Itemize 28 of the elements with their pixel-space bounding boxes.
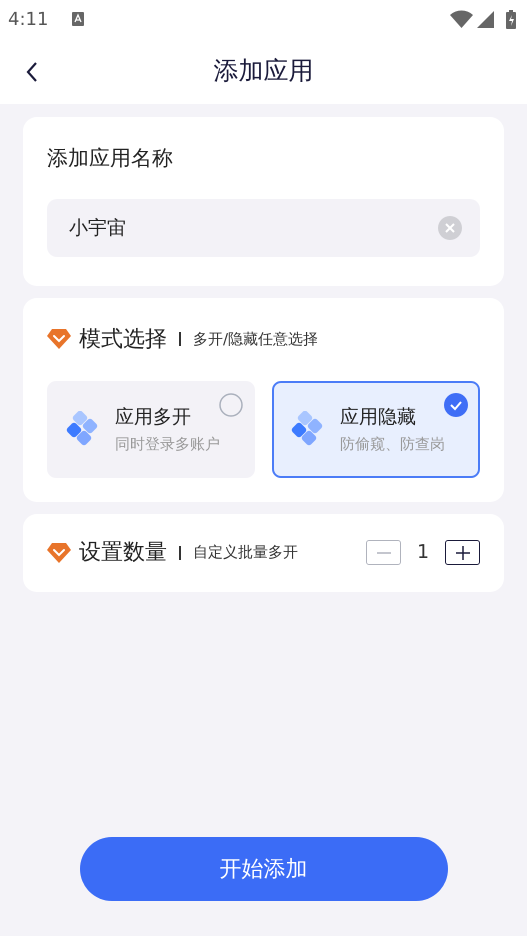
option-title: 应用隐藏 — [340, 404, 417, 430]
mode-option[interactable]: 应用隐藏 防偷窥、防查岗 — [272, 380, 480, 478]
status-time: 4:11 — [8, 8, 48, 32]
count-value: 1 — [416, 540, 430, 566]
name-input[interactable]: 小宇宙 — [47, 198, 480, 256]
mode-option[interactable]: 应用多开 同时登录多账户 — [47, 380, 255, 478]
minus-icon — [376, 552, 390, 554]
diamond-icon — [47, 542, 71, 564]
keyboard-notification-icon — [72, 12, 84, 26]
increment-button[interactable] — [445, 540, 480, 565]
option-description: 同时登录多账户 — [115, 434, 220, 455]
plus-icon — [456, 546, 470, 560]
signal-icon — [477, 10, 494, 28]
section-title: 模式选择 — [79, 326, 167, 354]
section-subtitle: 自定义批量多开 — [193, 542, 298, 564]
name-label: 添加应用名称 — [47, 145, 174, 172]
radio-icon — [219, 392, 243, 416]
option-description: 防偷窥、防查岗 — [340, 434, 445, 455]
page-title: 添加应用 — [214, 55, 314, 88]
checked-radio-icon — [444, 392, 468, 416]
battery-icon — [506, 10, 516, 28]
diamond-icon — [47, 328, 71, 350]
start-add-button[interactable]: 开始添加 — [80, 837, 448, 901]
wifi-icon — [450, 10, 473, 28]
option-title: 应用多开 — [115, 404, 192, 430]
back-icon — [26, 62, 38, 82]
section-title: 设置数量 — [79, 539, 167, 567]
section-subtitle: 多开/隐藏任意选择 — [193, 328, 318, 350]
